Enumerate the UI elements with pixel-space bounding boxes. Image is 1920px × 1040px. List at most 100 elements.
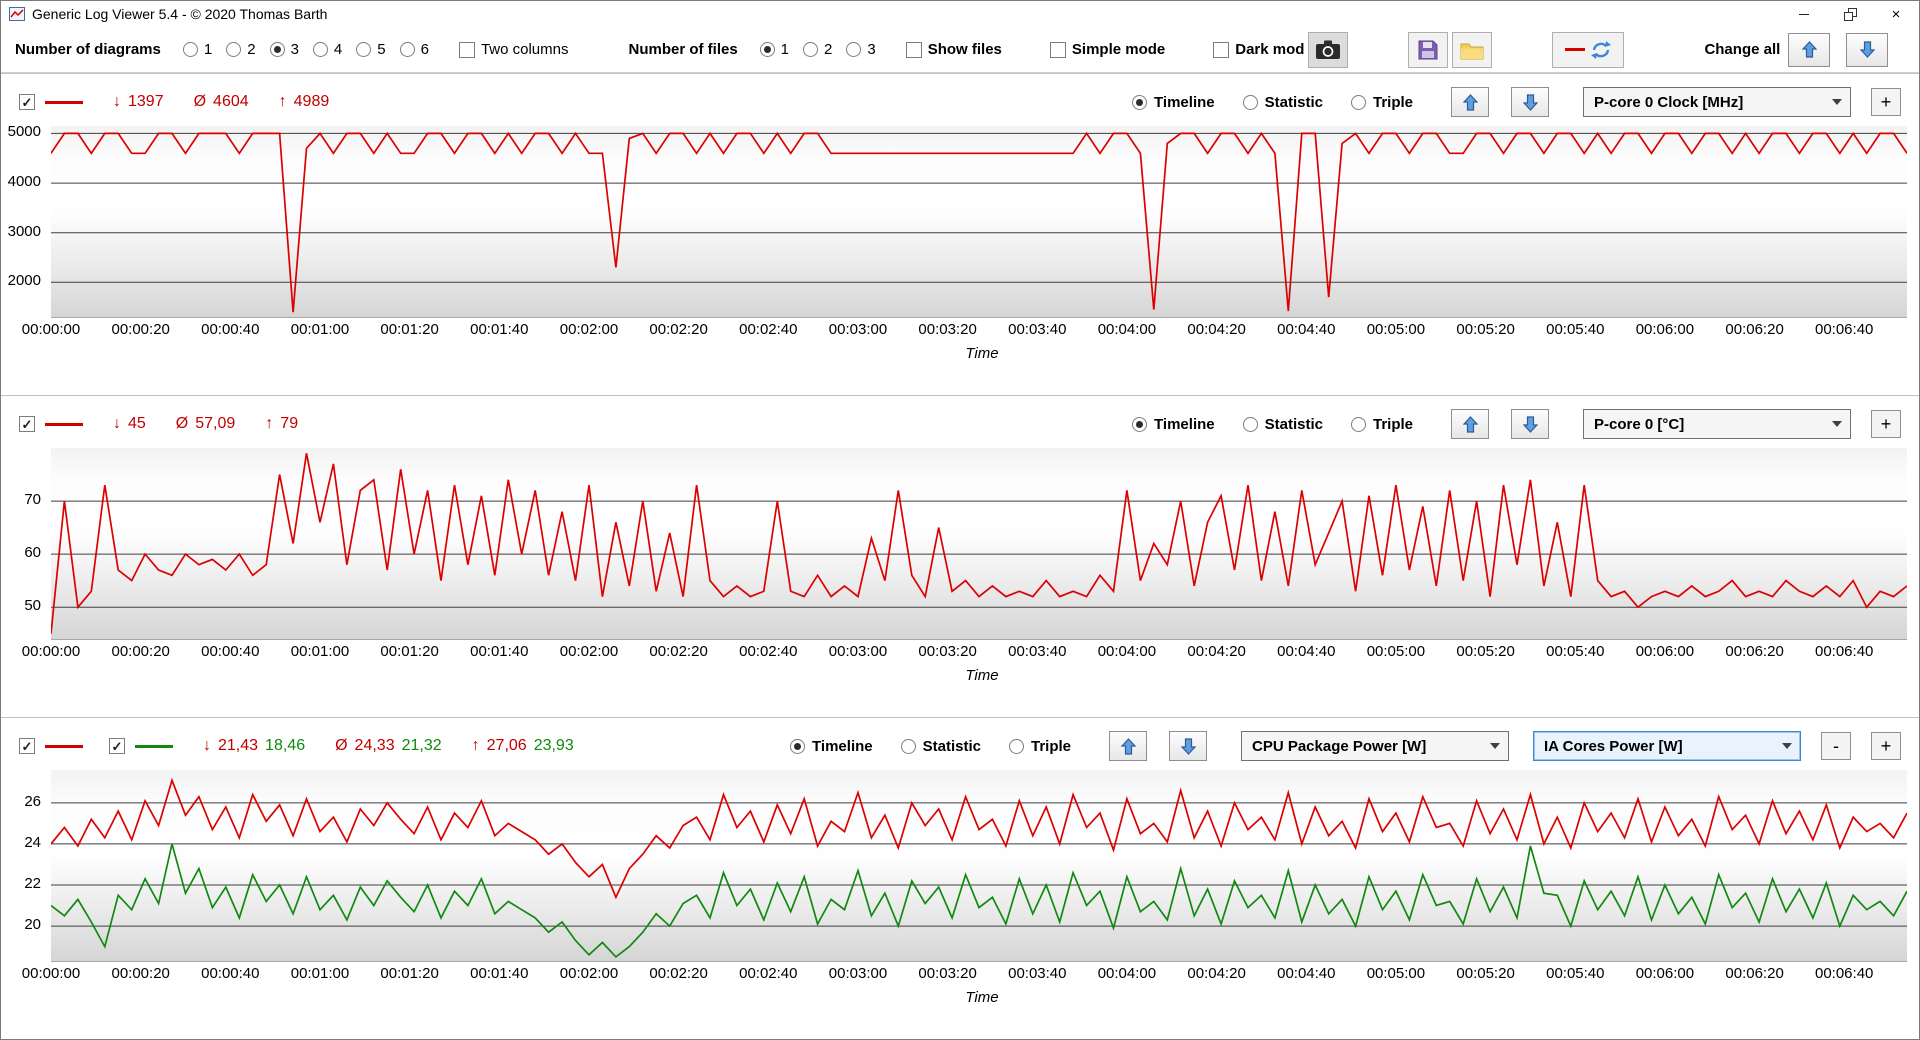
x-axis-labels: 00:00:00 00:00:20 00:00:40 00:01:00 00:01:20…	[1, 643, 1919, 667]
x-tick-label: 00:05:40	[1546, 965, 1605, 982]
x-tick-label: 00:03:00	[828, 643, 888, 660]
remove-series-button[interactable]: -	[1821, 732, 1851, 760]
arrow-down-icon	[1180, 737, 1196, 755]
view-option-timeline[interactable]: Timeline	[1132, 94, 1215, 111]
diagram-count-option-5[interactable]: 5	[356, 41, 386, 58]
view-option-triple[interactable]: Triple	[1350, 416, 1413, 433]
radio-icon	[1242, 416, 1258, 432]
add-series-button[interactable]: +	[1871, 410, 1901, 438]
show-files-checkbox[interactable]: Show files	[905, 41, 1002, 58]
series-visibility-checkbox-red[interactable]	[19, 738, 35, 754]
y-tick-label: 20	[24, 916, 41, 934]
add-series-button[interactable]: +	[1871, 732, 1901, 760]
move-panel-up-button[interactable]	[1451, 87, 1489, 117]
radio-icon	[399, 42, 415, 57]
diagram-count-option-6[interactable]: 6	[399, 41, 429, 58]
diagram-count-option-1[interactable]: 1	[182, 41, 212, 58]
x-tick-label: 00:04:20	[1187, 643, 1246, 660]
radio-icon	[226, 42, 242, 57]
diagram-count-option-3[interactable]: 3	[269, 41, 299, 58]
series-visibility-checkbox[interactable]	[19, 416, 35, 432]
arrow-up-icon	[1462, 415, 1478, 433]
x-tick-label: 00:00:20	[111, 643, 170, 660]
series-visibility-checkbox[interactable]	[19, 94, 35, 110]
metric-dropdown-red[interactable]: CPU Package Power [W]	[1241, 731, 1509, 761]
view-mode-radios: Timeline Statistic Triple	[790, 738, 1071, 755]
move-panel-down-button[interactable]	[1511, 87, 1549, 117]
x-tick-label: 00:05:00	[1366, 643, 1426, 660]
app-icon	[9, 7, 25, 21]
metric-dropdown[interactable]: P-core 0 [°C]	[1583, 409, 1851, 439]
x-tick-label: 00:04:40	[1277, 321, 1336, 338]
view-option-statistic[interactable]: Statistic	[1242, 416, 1323, 433]
plot-area	[51, 126, 1907, 318]
move-panel-up-button[interactable]	[1451, 409, 1489, 439]
diagram-count-option-4[interactable]: 4	[312, 41, 342, 58]
view-option-timeline[interactable]: Timeline	[790, 738, 873, 755]
move-panel-down-button[interactable]	[1511, 409, 1549, 439]
series-stats: ↓ 21,43 18,46 Ø 24,33 21,32 ↑ 27,06 23,93	[203, 737, 574, 755]
x-tick-label: 00:03:40	[1008, 643, 1067, 660]
x-tick-label: 00:06:40	[1814, 643, 1874, 660]
dark-mode-checkbox[interactable]: Dark mod	[1213, 41, 1304, 58]
reload-button[interactable]	[1552, 31, 1625, 68]
x-tick-label: 00:02:20	[649, 643, 708, 660]
stat-min: ↓ 1397	[113, 93, 164, 110]
simple-mode-checkbox[interactable]: Simple mode	[1049, 41, 1165, 58]
radio-icon	[269, 42, 285, 57]
radio-icon	[1132, 94, 1148, 110]
y-tick-label: 2000	[7, 272, 41, 290]
arrow-up-icon	[1462, 93, 1478, 111]
radio-icon	[759, 42, 775, 57]
chart-area: 2000 3000 4000 5000	[1, 123, 1919, 318]
chevron-down-icon	[1832, 421, 1842, 427]
chart-svg	[51, 448, 1907, 639]
checkbox-icon	[1213, 41, 1230, 58]
change-all-up-button[interactable]	[1788, 32, 1831, 67]
view-option-statistic[interactable]: Statistic	[900, 738, 981, 755]
series-visibility-checkbox-green[interactable]	[109, 738, 125, 754]
file-count-option-1[interactable]: 1	[759, 41, 789, 58]
x-tick-label: 00:04:00	[1097, 321, 1157, 338]
view-option-triple[interactable]: Triple	[1008, 738, 1071, 755]
panel-header: ↓21,4318,46 Ø24,3321,32 ↑27,0623,93 Time…	[1, 724, 1919, 768]
x-tick-label: 00:01:20	[380, 643, 439, 660]
file-count-option-3[interactable]: 3	[846, 41, 876, 58]
change-all-label: Change all	[1704, 41, 1781, 58]
arrow-up-icon	[1801, 41, 1817, 58]
series-line	[51, 844, 1907, 957]
chevron-down-icon	[1832, 99, 1842, 105]
x-tick-label: 00:04:00	[1097, 643, 1157, 660]
open-file-button[interactable]	[1452, 31, 1493, 68]
diagram-count-option-2[interactable]: 2	[226, 41, 256, 58]
minimize-button[interactable]	[1781, 1, 1827, 27]
min-icon: ↓	[203, 737, 211, 754]
close-button[interactable]: ×	[1873, 1, 1919, 27]
restore-button[interactable]	[1827, 1, 1873, 27]
radio-icon	[846, 42, 862, 57]
file-count-option-2[interactable]: 2	[803, 41, 832, 58]
two-columns-checkbox[interactable]: Two columns	[458, 41, 568, 58]
move-panel-up-button[interactable]	[1109, 731, 1147, 761]
arrow-down-icon	[1522, 93, 1538, 111]
view-option-timeline[interactable]: Timeline	[1132, 416, 1215, 433]
radio-icon	[1132, 416, 1148, 432]
x-tick-label: 00:03:20	[918, 965, 977, 982]
view-option-statistic[interactable]: Statistic	[1242, 94, 1323, 111]
view-mode-radios: Timeline Statistic Triple	[1132, 416, 1413, 433]
move-panel-down-button[interactable]	[1169, 731, 1207, 761]
metric-dropdown[interactable]: P-core 0 Clock [MHz]	[1583, 87, 1851, 117]
x-tick-label: 00:01:00	[290, 965, 350, 982]
screenshot-button[interactable]	[1308, 31, 1349, 68]
x-tick-label: 00:05:40	[1546, 643, 1605, 660]
max-icon: ↑	[471, 737, 480, 754]
x-tick-label: 00:05:20	[1456, 965, 1515, 982]
add-series-button[interactable]: +	[1871, 88, 1901, 116]
window-controls: ×	[1781, 1, 1919, 27]
view-option-triple[interactable]: Triple	[1350, 94, 1413, 111]
metric-dropdown-green[interactable]: IA Cores Power [W]	[1533, 731, 1801, 761]
change-all-down-button[interactable]	[1846, 32, 1889, 67]
plot-area	[51, 448, 1907, 640]
save-button[interactable]	[1408, 31, 1449, 68]
camera-icon	[1316, 40, 1341, 59]
